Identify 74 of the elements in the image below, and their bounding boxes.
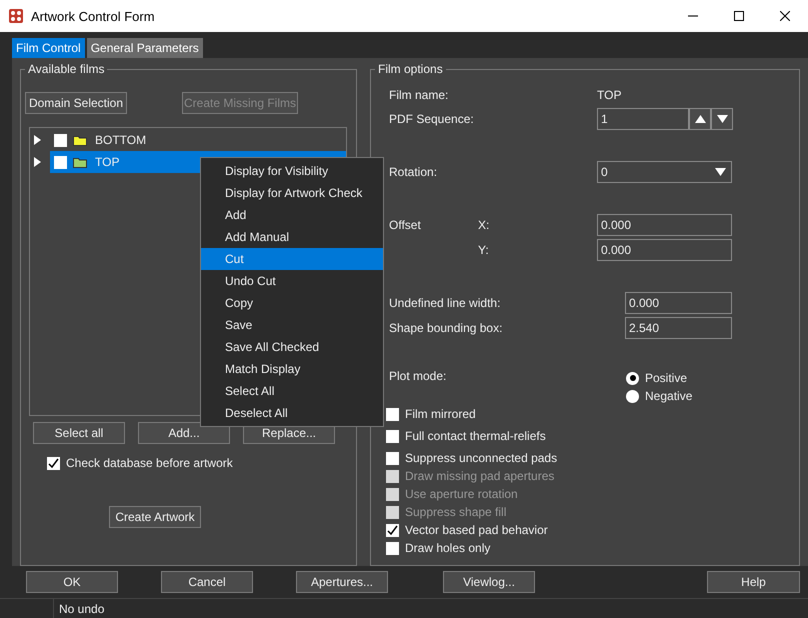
status-message: No undo bbox=[59, 602, 104, 616]
dialog-button[interactable]: OK bbox=[26, 571, 118, 593]
field-label: PDF Sequence: bbox=[389, 112, 475, 126]
menu-item[interactable]: Add Manual bbox=[201, 226, 383, 248]
caret-icon bbox=[715, 168, 726, 176]
checkbox-label: Use aperture rotation bbox=[405, 487, 518, 501]
menu-item[interactable]: Save All Checked bbox=[201, 336, 383, 358]
radio-label: Negative bbox=[645, 389, 692, 403]
menu-item[interactable]: Deselect All bbox=[201, 402, 383, 424]
checkbox[interactable] bbox=[47, 456, 60, 470]
checkbox[interactable] bbox=[54, 156, 67, 168]
rotation-dropdown[interactable]: 0 bbox=[597, 161, 732, 183]
bounding-box-field[interactable]: 2.540 bbox=[625, 317, 732, 339]
tab[interactable]: General Parameters bbox=[86, 38, 203, 58]
menu-item[interactable]: Cut bbox=[201, 248, 383, 270]
film-name: TOP bbox=[95, 155, 120, 169]
list-button[interactable]: Select all bbox=[33, 422, 125, 444]
expand-icon[interactable] bbox=[34, 135, 41, 145]
field-label: Undefined line width: bbox=[389, 296, 502, 310]
menu-item[interactable]: Display for Artwork Check bbox=[201, 182, 383, 204]
field-label: Plot mode: bbox=[389, 369, 448, 383]
dialog-button[interactable]: Help bbox=[707, 571, 800, 593]
up-triangle-icon bbox=[694, 115, 706, 123]
window-title: Artwork Control Form bbox=[31, 8, 156, 24]
checkbox-label: Suppress unconnected pads bbox=[405, 451, 558, 465]
group-title: Film options bbox=[377, 62, 444, 76]
checkbox-label: Film mirrored bbox=[405, 407, 476, 421]
film-item[interactable]: BOTTOM bbox=[50, 129, 346, 151]
pdf-sequence-field[interactable]: 1 bbox=[597, 108, 689, 130]
dialog-button[interactable]: Cancel bbox=[161, 571, 253, 593]
expand-icon[interactable] bbox=[34, 157, 41, 167]
field-label: Film name: bbox=[389, 88, 450, 102]
radio-label: Positive bbox=[645, 371, 688, 385]
radio-button[interactable] bbox=[626, 372, 639, 384]
menu-item[interactable]: Add bbox=[201, 204, 383, 226]
group-title: Available films bbox=[27, 62, 106, 76]
list-button[interactable]: Add... bbox=[138, 422, 230, 444]
line-width-field[interactable]: 0.000 bbox=[625, 292, 732, 314]
menu-item[interactable]: Select All bbox=[201, 380, 383, 402]
app-icon bbox=[9, 9, 23, 23]
film-name-value: TOP bbox=[597, 88, 622, 102]
field-label: Shape bounding box: bbox=[389, 321, 504, 335]
field-label: Y: bbox=[478, 243, 490, 257]
checkbox-label: Draw holes only bbox=[405, 541, 490, 555]
checkbox-label: Draw missing pad apertures bbox=[405, 469, 554, 483]
checkbox-label: Suppress shape fill bbox=[405, 505, 506, 519]
checkbox[interactable] bbox=[386, 524, 399, 536]
menu-item[interactable]: Match Display bbox=[201, 358, 383, 380]
increment-button[interactable] bbox=[689, 108, 711, 130]
menu-item[interactable]: Save bbox=[201, 314, 383, 336]
offset-y-field[interactable]: 0.000 bbox=[597, 239, 732, 261]
dialog-button[interactable]: Apertures... bbox=[296, 571, 388, 593]
tab[interactable]: Film Control bbox=[12, 38, 85, 58]
checkbox[interactable] bbox=[386, 542, 399, 554]
checkbox-label: Full contact thermal-reliefs bbox=[405, 429, 546, 443]
offset-x-field[interactable]: 0.000 bbox=[597, 214, 732, 236]
field-label: Offset bbox=[389, 218, 422, 232]
film-name: BOTTOM bbox=[95, 133, 146, 147]
field-label: Rotation: bbox=[389, 165, 438, 179]
checkbox[interactable] bbox=[386, 430, 399, 442]
radio-button[interactable] bbox=[626, 390, 639, 402]
decrement-button[interactable] bbox=[711, 108, 733, 130]
checkbox-label: Vector based pad behavior bbox=[405, 523, 548, 537]
checkbox[interactable] bbox=[386, 408, 399, 420]
checkbox-label: Check database before artwork bbox=[66, 456, 233, 470]
menu-item[interactable]: Undo Cut bbox=[201, 270, 383, 292]
create-artwork-button[interactable]: Create Artwork bbox=[109, 506, 201, 528]
checkbox[interactable] bbox=[386, 452, 399, 464]
field-label: X: bbox=[478, 218, 490, 232]
domain-selection-button[interactable]: Domain Selection bbox=[25, 92, 127, 114]
down-triangle-icon bbox=[716, 115, 728, 123]
menu-item[interactable]: Copy bbox=[201, 292, 383, 314]
checkbox[interactable] bbox=[54, 134, 67, 146]
dialog-button[interactable]: Viewlog... bbox=[443, 571, 535, 593]
